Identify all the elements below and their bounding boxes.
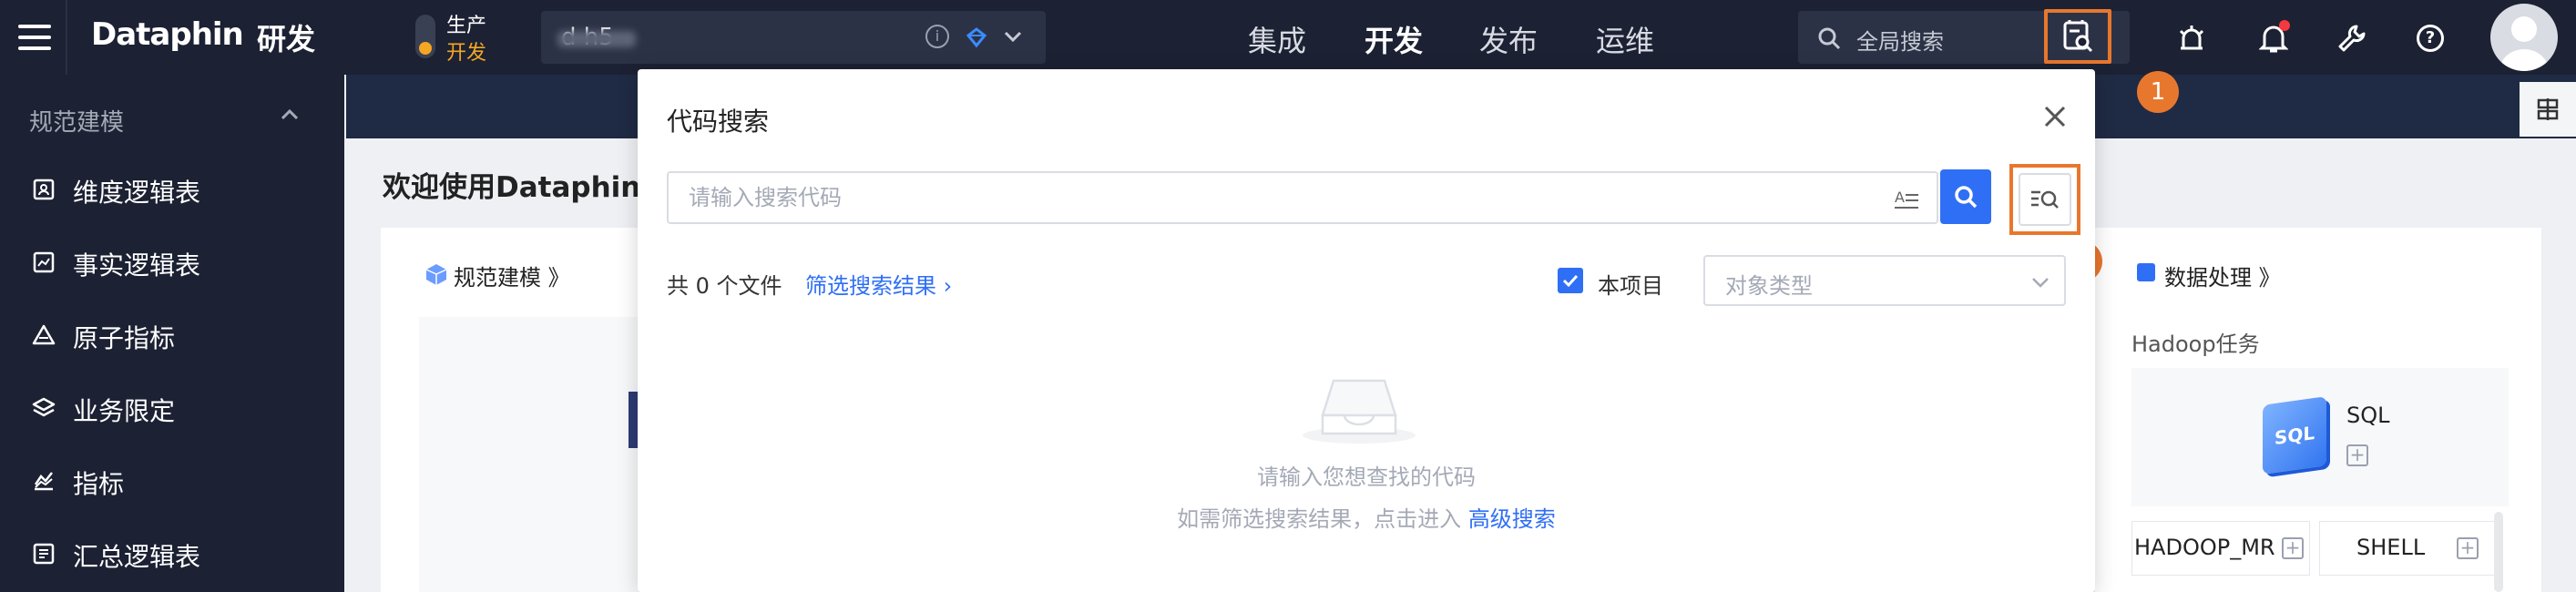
checkmark-icon: [1562, 274, 1579, 288]
shell-task-button[interactable]: SHELL +: [2319, 521, 2498, 576]
environment-toggle[interactable]: [415, 15, 435, 58]
this-project-checkbox[interactable]: [1558, 268, 1583, 293]
divider: [66, 0, 67, 75]
diamond-icon: [966, 27, 987, 48]
object-type-select[interactable]: 对象类型: [1703, 255, 2066, 306]
annotation-badge-1: 1: [2137, 71, 2179, 113]
sql-icon: SQL: [2263, 396, 2326, 475]
data-processing-card-title[interactable]: 数据处理 》: [2164, 260, 2281, 291]
illustration-fragment: [629, 392, 638, 448]
cube-icon: [425, 264, 447, 285]
sidebar-item-label: 事实逻辑表: [73, 250, 201, 281]
sidebar-item-dimension-table[interactable]: 维度逻辑表: [0, 162, 344, 217]
file-count-text: 共 0 个文件: [667, 273, 782, 299]
nav-development[interactable]: 开发: [1365, 18, 1423, 60]
advanced-search-button[interactable]: [2019, 173, 2071, 226]
sidebar-item-label: 指标: [73, 469, 125, 499]
info-icon[interactable]: i: [925, 25, 949, 48]
filter-results-link[interactable]: 筛选搜索结果 ›: [805, 268, 952, 300]
user-avatar[interactable]: [2490, 4, 2558, 71]
sidebar-item-business-filter[interactable]: 业务限定: [0, 381, 344, 435]
sidebar-item-label: 汇总逻辑表: [73, 542, 201, 572]
sidebar-section-title[interactable]: 规范建模: [29, 104, 124, 138]
chevron-down-icon[interactable]: [1000, 24, 1026, 49]
sql-task-label: SQL: [2346, 403, 2390, 428]
notification-dot: [2279, 20, 2290, 31]
chevron-up-icon[interactable]: [279, 106, 301, 124]
code-search-dialog: 代码搜索 A 共 0 个文件 筛选搜索结果 › 本项目 对象类型: [638, 69, 2095, 592]
summary-table-icon: [29, 539, 58, 568]
nav-operations[interactable]: 运维: [1596, 18, 1654, 60]
metric-icon: [29, 466, 58, 495]
empty-hint-text: 如需筛选搜索结果，点击进入: [1177, 506, 1462, 532]
sidebar: 规范建模 维度逻辑表 事实逻辑表 原子指标 业务限定 指标 汇总逻辑表: [0, 75, 344, 592]
env-production-label[interactable]: 生产: [446, 9, 486, 38]
sidebar-item-label: 业务限定: [73, 396, 176, 426]
terminal-icon: [2137, 263, 2155, 281]
dimension-table-icon: [29, 175, 58, 204]
app-section-title: 研发: [257, 22, 316, 56]
code-search-icon: [2063, 20, 2093, 53]
nav-publish[interactable]: 发布: [1479, 18, 1538, 60]
match-case-icon[interactable]: A: [1893, 186, 1922, 211]
advanced-search-icon: [2031, 190, 2059, 209]
hadoop-mr-task-button[interactable]: HADOOP_MR +: [2131, 521, 2310, 576]
scrollbar[interactable]: [2494, 512, 2503, 592]
env-development-label[interactable]: 开发: [446, 36, 486, 66]
search-icon: [1818, 27, 1841, 50]
business-filter-icon: [29, 393, 58, 423]
global-search-label: 全局搜索: [1856, 29, 1944, 55]
close-icon[interactable]: [2040, 102, 2070, 131]
sidebar-item-atomic-metric[interactable]: 原子指标: [0, 308, 344, 362]
search-button[interactable]: [1940, 169, 1991, 224]
search-icon: [1955, 186, 1978, 209]
dialog-title: 代码搜索: [667, 107, 770, 137]
sidebar-item-metric[interactable]: 指标: [0, 454, 344, 508]
welcome-heading: 欢迎使用Dataphin!: [383, 171, 654, 204]
fact-table-icon: [29, 248, 58, 277]
this-project-label[interactable]: 本项目: [1598, 268, 1663, 300]
sidebar-item-label: 维度逻辑表: [73, 178, 201, 208]
chevron-down-icon: [2032, 278, 2049, 288]
help-icon[interactable]: ?: [2412, 20, 2448, 56]
empty-state-text: 请输入您想查找的代码: [1257, 464, 1476, 490]
code-search-input[interactable]: [667, 171, 1938, 224]
atomic-metric-icon: [29, 321, 58, 350]
hamburger-menu-icon[interactable]: [4, 0, 66, 75]
sidebar-item-fact-table[interactable]: 事实逻辑表: [0, 235, 344, 290]
sidebar-item-summary-table[interactable]: 汇总逻辑表: [0, 526, 344, 581]
add-icon[interactable]: +: [2282, 537, 2304, 559]
alarm-icon[interactable]: [2173, 20, 2210, 56]
add-sql-task-icon[interactable]: +: [2346, 444, 2368, 466]
empty-state-hint: 如需筛选搜索结果，点击进入 高级搜索: [638, 501, 2095, 533]
advanced-search-link[interactable]: 高级搜索: [1468, 506, 1556, 532]
project-selector[interactable]: d h5 i: [541, 11, 1046, 64]
nav-integration[interactable]: 集成: [1248, 18, 1306, 60]
svg-text:A: A: [1895, 189, 1905, 206]
panel-toggle-icon[interactable]: [2520, 82, 2576, 137]
brand-logo: Dataphin: [91, 16, 244, 53]
empty-inbox-icon: [1303, 379, 1416, 444]
top-navigation-bar: Dataphin 研发 生产 开发 d h5 i 集成 开发 发布 运维 全局搜…: [0, 0, 2576, 75]
wrench-icon[interactable]: [2334, 20, 2370, 56]
add-icon[interactable]: +: [2457, 537, 2479, 559]
task-label: HADOOP_MR: [2134, 535, 2275, 560]
sidebar-item-label: 原子指标: [73, 323, 176, 353]
notification-bell-icon[interactable]: [2255, 20, 2292, 56]
hadoop-tasks-heading: Hadoop任务: [2131, 332, 2260, 357]
blurred-project-name: [557, 31, 636, 47]
modeling-card-title[interactable]: 规范建模 》: [454, 260, 570, 291]
task-label: SHELL: [2356, 535, 2426, 560]
code-search-button[interactable]: [2044, 9, 2111, 64]
object-type-placeholder: 对象类型: [1725, 273, 1813, 299]
